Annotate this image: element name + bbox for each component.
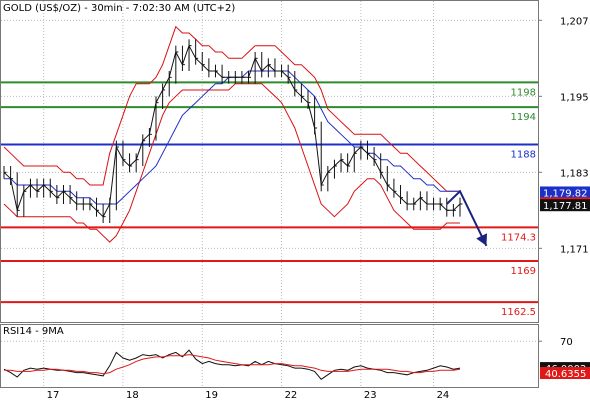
level-label-1198: 1198 xyxy=(511,87,536,98)
xtick-label: 24 xyxy=(437,390,450,400)
xtick-label: 17 xyxy=(47,390,60,400)
level-label-1162.5: 1162.5 xyxy=(501,307,536,318)
xtick-label: 19 xyxy=(205,390,218,400)
level-label-1174.3: 1174.3 xyxy=(501,232,536,243)
price-tag-label: 1,177.81 xyxy=(543,201,588,212)
price-ytick-label: 1,195 xyxy=(560,92,589,103)
price-chart-title: GOLD (US$/OZ) - 30min - 7:02:30 AM (UTC+… xyxy=(3,3,235,14)
price-ytick-label: 1,207 xyxy=(560,16,589,27)
rsi-tag-label: 40.6355 xyxy=(545,369,586,380)
level-label-1169: 1169 xyxy=(511,266,536,277)
level-label-1188: 1188 xyxy=(511,149,536,160)
rsi-panel-frame xyxy=(0,324,539,388)
rsi-ytick-label: 70 xyxy=(560,337,573,348)
xtick-label: 22 xyxy=(285,390,298,400)
level-label-1194: 1194 xyxy=(511,112,536,123)
value-tags: 1,179.821,177.831,177.8146.000240.6355 xyxy=(540,186,590,380)
xtick-label: 18 xyxy=(126,390,139,400)
price-ytick-label: 1,171 xyxy=(560,244,589,255)
price-panel-frame xyxy=(0,0,539,323)
price-ytick-label: 1,183 xyxy=(560,168,589,179)
rsi-chart-title: RSI14 - 9MA xyxy=(3,326,64,337)
xtick-label: 23 xyxy=(364,390,377,400)
gold-chart: 1198 1194 1188 1174.3 1169 1162.5 GOLD (US$/O… xyxy=(0,0,590,400)
